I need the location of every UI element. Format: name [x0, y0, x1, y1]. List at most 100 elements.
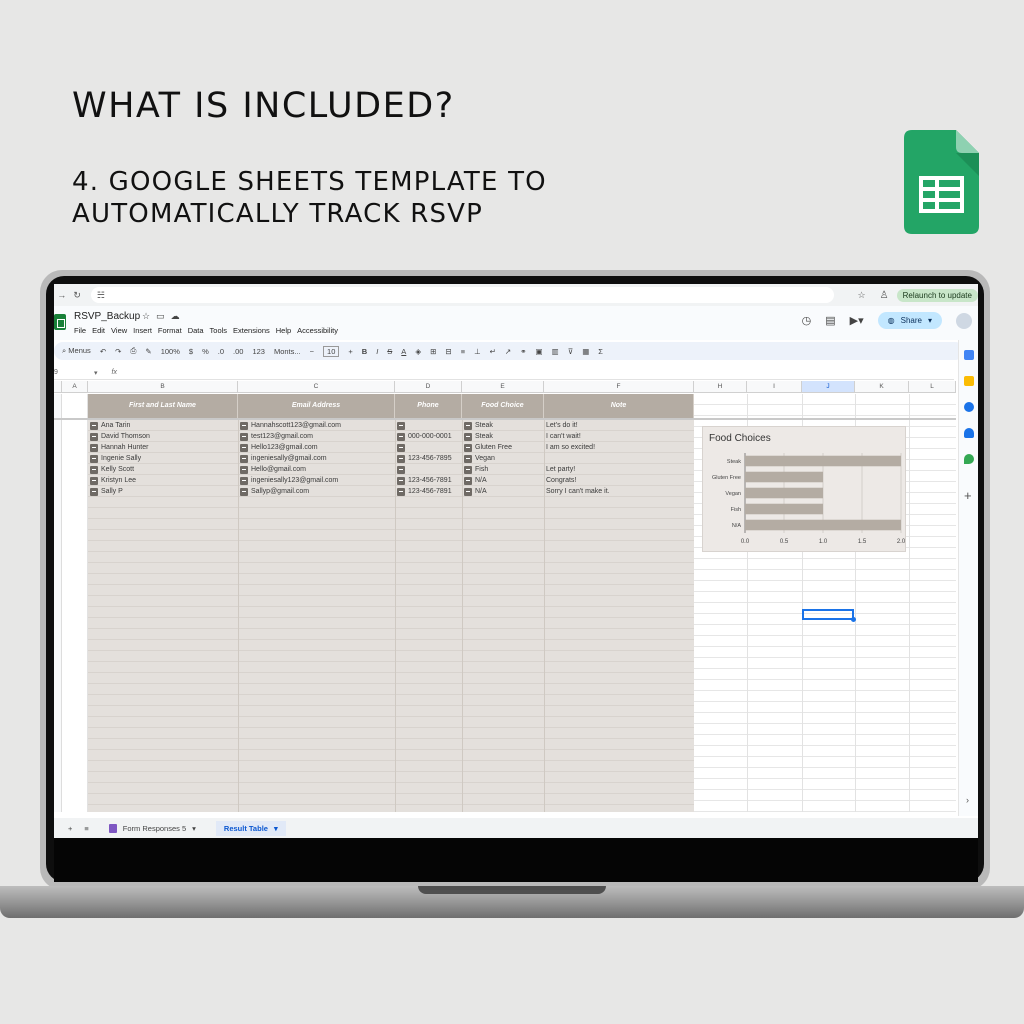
row-headers[interactable]: [54, 394, 62, 812]
dropdown-chip-icon[interactable]: [240, 432, 248, 441]
insert-chart-icon[interactable]: ▥: [552, 347, 559, 356]
column-header-j[interactable]: J: [802, 381, 855, 393]
text-wrap-icon[interactable]: ↵: [490, 347, 496, 356]
cell-email[interactable]: Sallyp@gmail.com: [240, 486, 393, 497]
paint-format-icon[interactable]: ✎: [145, 347, 151, 356]
cell-phone[interactable]: 123-456-7895: [397, 453, 460, 464]
undo-icon[interactable]: ↶: [100, 347, 106, 356]
dropdown-chip-icon[interactable]: [90, 432, 98, 441]
insert-link-icon[interactable]: ⚭: [520, 347, 526, 356]
cell-name[interactable]: Ana Tarin: [90, 420, 236, 431]
star-icon[interactable]: ☆: [142, 311, 156, 321]
decrease-font-icon[interactable]: −: [310, 347, 314, 356]
dropdown-chip-icon[interactable]: [464, 465, 472, 474]
reload-icon[interactable]: ↻: [69, 290, 84, 301]
print-icon[interactable]: ⎙: [130, 346, 136, 356]
dropdown-chip-icon[interactable]: [397, 465, 405, 474]
table-header-food-choice[interactable]: Food Choice: [462, 394, 544, 418]
dropdown-chip-icon[interactable]: [90, 421, 98, 430]
dropdown-chip-icon[interactable]: [464, 443, 472, 452]
redo-icon[interactable]: ↷: [115, 347, 121, 356]
chevron-down-icon[interactable]: ▾: [192, 824, 196, 833]
cell-note[interactable]: Let's do it!: [546, 420, 692, 431]
cell-name[interactable]: Hannah Hunter: [90, 442, 236, 453]
insert-comment-icon[interactable]: ▣: [536, 347, 543, 356]
dropdown-chip-icon[interactable]: [90, 476, 98, 485]
cell-note[interactable]: Sorry I can't make it.: [546, 486, 692, 497]
add-addon-icon[interactable]: +: [964, 488, 972, 503]
cell-name[interactable]: Kelly Scott: [90, 464, 236, 475]
tasks-icon[interactable]: [964, 402, 974, 412]
food-choices-chart[interactable]: Food Choices 0.0 0.5 1.0 1.5 2.0 Steak Gluten …: [702, 426, 906, 552]
dropdown-chip-icon[interactable]: [397, 443, 405, 452]
cell-note[interactable]: [546, 453, 692, 464]
dropdown-chip-icon[interactable]: [90, 443, 98, 452]
collapse-panel-icon[interactable]: ›: [966, 795, 969, 805]
tab-result-table[interactable]: Result Table ▾: [215, 820, 286, 836]
dropdown-chip-icon[interactable]: [240, 487, 248, 496]
filter-icon[interactable]: ⊽: [568, 347, 574, 356]
column-header-k[interactable]: K: [855, 381, 909, 393]
name-box[interactable]: 9: [54, 369, 94, 376]
dropdown-chip-icon[interactable]: [464, 476, 472, 485]
column-a-cells[interactable]: [62, 394, 88, 812]
column-header-l[interactable]: L: [909, 381, 956, 393]
move-folder-icon[interactable]: ▭: [156, 311, 171, 321]
cell-food[interactable]: Gluten Free: [464, 442, 542, 453]
increase-decimal-button[interactable]: .00: [233, 347, 243, 356]
cell-phone[interactable]: 123-456-7891: [397, 486, 460, 497]
keep-icon[interactable]: [964, 376, 974, 386]
font-select[interactable]: Monts...: [274, 347, 301, 356]
align-vertical-icon[interactable]: ⊥: [474, 347, 481, 356]
percent-button[interactable]: %: [202, 347, 209, 356]
cell-note[interactable]: Let party!: [546, 464, 692, 475]
table-header-email[interactable]: Email Address: [238, 394, 395, 418]
dropdown-chip-icon[interactable]: [240, 443, 248, 452]
table-header-note[interactable]: Note: [544, 394, 694, 418]
column-header-d[interactable]: D: [395, 381, 462, 393]
dropdown-chip-icon[interactable]: [397, 487, 405, 496]
column-header-a[interactable]: A: [62, 381, 88, 393]
menu-format[interactable]: Format: [158, 326, 182, 335]
dropdown-chip-icon[interactable]: [464, 432, 472, 441]
all-sheets-icon[interactable]: ≡: [84, 824, 88, 833]
calendar-icon[interactable]: [964, 350, 974, 360]
chevron-down-icon[interactable]: ▾: [274, 824, 278, 833]
version-history-icon[interactable]: ◷: [802, 314, 812, 327]
font-size-input[interactable]: 10: [323, 345, 340, 357]
menu-accessibility[interactable]: Accessibility: [297, 326, 338, 335]
contacts-icon[interactable]: [964, 428, 974, 438]
chart-bar[interactable]: [745, 503, 823, 515]
share-button[interactable]: ◍ Share ▾: [877, 312, 942, 329]
relaunch-button[interactable]: Relaunch to update: [896, 288, 978, 302]
menu-edit[interactable]: Edit: [92, 326, 105, 335]
select-all-corner[interactable]: [54, 381, 62, 393]
selected-cell-j23[interactable]: [802, 609, 856, 622]
site-settings-icon[interactable]: ☵: [97, 290, 105, 301]
cell-note[interactable]: I can't wait!: [546, 431, 692, 442]
cell-email[interactable]: Hannahscott123@gmail.com: [240, 420, 393, 431]
cell-name[interactable]: Sally P: [90, 486, 236, 497]
meet-icon[interactable]: ▶▾: [850, 314, 864, 327]
column-header-b[interactable]: B: [88, 381, 238, 393]
cell-email[interactable]: ingeniesally123@gmail.com: [240, 475, 393, 486]
cell-name[interactable]: David Thomson: [90, 431, 236, 442]
cell-food[interactable]: Fish: [464, 464, 542, 475]
table-header-phone[interactable]: Phone: [395, 394, 462, 418]
menu-tools[interactable]: Tools: [210, 326, 228, 335]
dropdown-chip-icon[interactable]: [464, 454, 472, 463]
text-color-icon[interactable]: A: [401, 347, 406, 356]
cell-food[interactable]: Vegan: [464, 453, 542, 464]
borders-icon[interactable]: ⊞: [430, 347, 436, 356]
number-format-button[interactable]: 123: [252, 347, 265, 356]
forward-icon[interactable]: →: [54, 290, 69, 300]
avatar[interactable]: [956, 312, 972, 329]
filter-views-icon[interactable]: ▦: [582, 347, 589, 356]
search-menus[interactable]: ⌕ Menus: [62, 346, 91, 356]
menu-file[interactable]: File: [74, 326, 86, 335]
address-bar[interactable]: ☵: [90, 287, 834, 303]
dropdown-chip-icon[interactable]: [464, 421, 472, 430]
table-header-name[interactable]: First and Last Name: [88, 394, 238, 418]
align-horizontal-icon[interactable]: ≡: [461, 347, 465, 356]
cell-name[interactable]: Kristyn Lee: [90, 475, 236, 486]
